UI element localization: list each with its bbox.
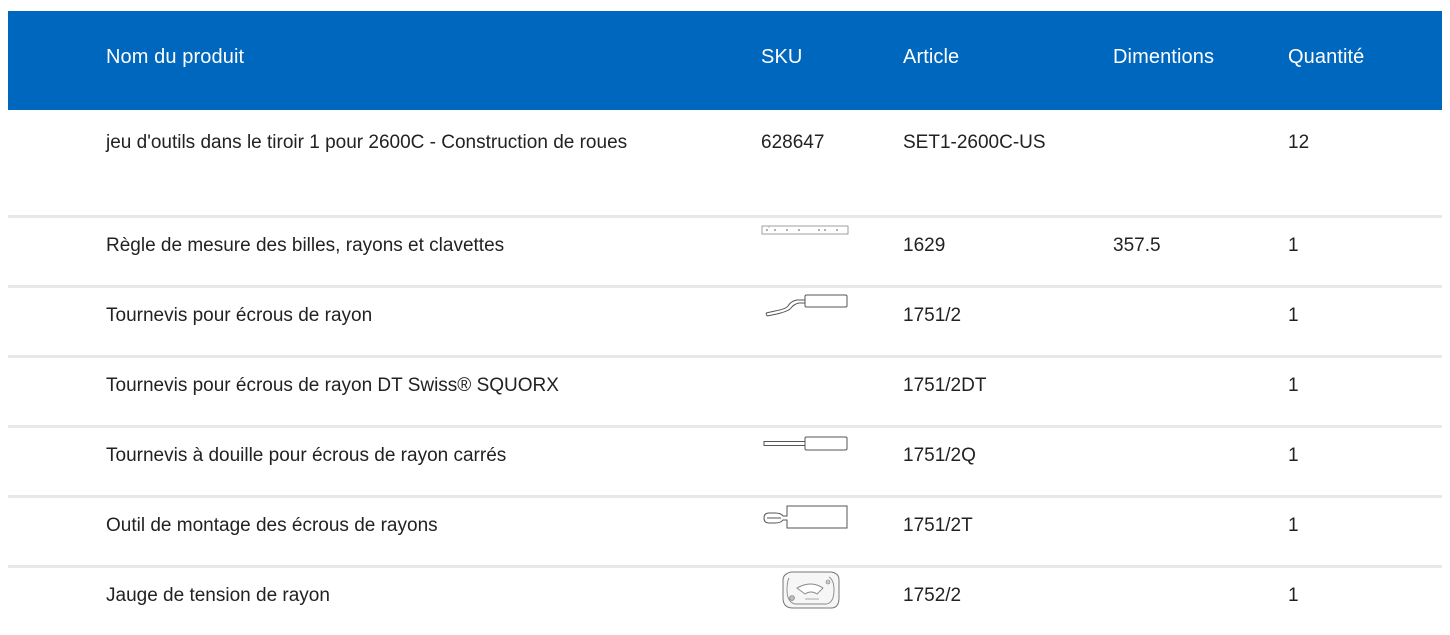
cell-sku <box>753 427 895 497</box>
table-header: Nom du produit SKU Article Dimentions Qu… <box>8 11 1442 110</box>
table-body: jeu d'outils dans le tiroir 1 pour 2600C… <box>8 110 1442 635</box>
cell-product-name[interactable]: Règle de mesure des billes, rayons et cl… <box>8 217 753 287</box>
cell-article: 1751/2DT <box>895 357 1105 427</box>
cell-product-name[interactable]: Jauge de tension de rayon <box>8 567 753 635</box>
cell-dimensions <box>1105 110 1280 217</box>
cell-article: 1751/2T <box>895 497 1105 567</box>
table-row[interactable]: Tournevis à douille pour écrous de rayon… <box>8 427 1442 497</box>
cell-article: 1751/2 <box>895 287 1105 357</box>
cell-product-name[interactable]: Tournevis pour écrous de rayon <box>8 287 753 357</box>
cell-quantity: 1 <box>1280 217 1442 287</box>
ruler-icon[interactable] <box>761 222 851 238</box>
cell-article: 1629 <box>895 217 1105 287</box>
cell-quantity: 1 <box>1280 287 1442 357</box>
product-table: Nom du produit SKU Article Dimentions Qu… <box>8 11 1442 635</box>
cell-product-name[interactable]: jeu d'outils dans le tiroir 1 pour 2600C… <box>8 110 753 217</box>
cell-quantity: 1 <box>1280 427 1442 497</box>
cell-quantity: 12 <box>1280 110 1442 217</box>
cell-sku <box>753 567 895 635</box>
cell-sku <box>753 497 895 567</box>
cell-product-name[interactable]: Tournevis pour écrous de rayon DT Swiss®… <box>8 357 753 427</box>
column-header-dimensions[interactable]: Dimentions <box>1105 11 1280 110</box>
column-header-quantity[interactable]: Quantité <box>1280 11 1442 110</box>
table-row[interactable]: Tournevis pour écrous de rayon DT Swiss®… <box>8 357 1442 427</box>
cell-dimensions: 357.5 <box>1105 217 1280 287</box>
bent-screwdriver-icon[interactable] <box>761 292 851 322</box>
cell-dimensions <box>1105 357 1280 427</box>
table-row[interactable]: Jauge de tension de rayon 1752/2 1 <box>8 567 1442 635</box>
table-row[interactable]: Outil de montage des écrous de rayons 17… <box>8 497 1442 567</box>
cell-product-name[interactable]: Outil de montage des écrous de rayons <box>8 497 753 567</box>
socket-screwdriver-icon[interactable] <box>761 434 851 456</box>
cell-dimensions <box>1105 427 1280 497</box>
table-row[interactable]: jeu d'outils dans le tiroir 1 pour 2600C… <box>8 110 1442 217</box>
cell-quantity: 1 <box>1280 567 1442 635</box>
cell-sku <box>753 217 895 287</box>
cell-dimensions <box>1105 567 1280 635</box>
cell-article: 1751/2Q <box>895 427 1105 497</box>
column-header-name[interactable]: Nom du produit <box>8 11 753 110</box>
tension-gauge-icon[interactable] <box>761 568 851 612</box>
nipple-mounting-tool-icon[interactable] <box>761 502 851 532</box>
cell-sku: 628647 <box>753 110 895 217</box>
column-header-article[interactable]: Article <box>895 11 1105 110</box>
cell-dimensions <box>1105 287 1280 357</box>
cell-sku <box>753 287 895 357</box>
cell-sku <box>753 357 895 427</box>
table-row[interactable]: Règle de mesure des billes, rayons et cl… <box>8 217 1442 287</box>
cell-product-name[interactable]: Tournevis à douille pour écrous de rayon… <box>8 427 753 497</box>
column-header-sku[interactable]: SKU <box>753 11 895 110</box>
table-row[interactable]: Tournevis pour écrous de rayon 1751/2 1 <box>8 287 1442 357</box>
cell-article: SET1-2600C-US <box>895 110 1105 217</box>
product-table-container: Nom du produit SKU Article Dimentions Qu… <box>8 11 1442 635</box>
table-header-row: Nom du produit SKU Article Dimentions Qu… <box>8 11 1442 110</box>
cell-quantity: 1 <box>1280 357 1442 427</box>
cell-quantity: 1 <box>1280 497 1442 567</box>
cell-dimensions <box>1105 497 1280 567</box>
cell-article: 1752/2 <box>895 567 1105 635</box>
